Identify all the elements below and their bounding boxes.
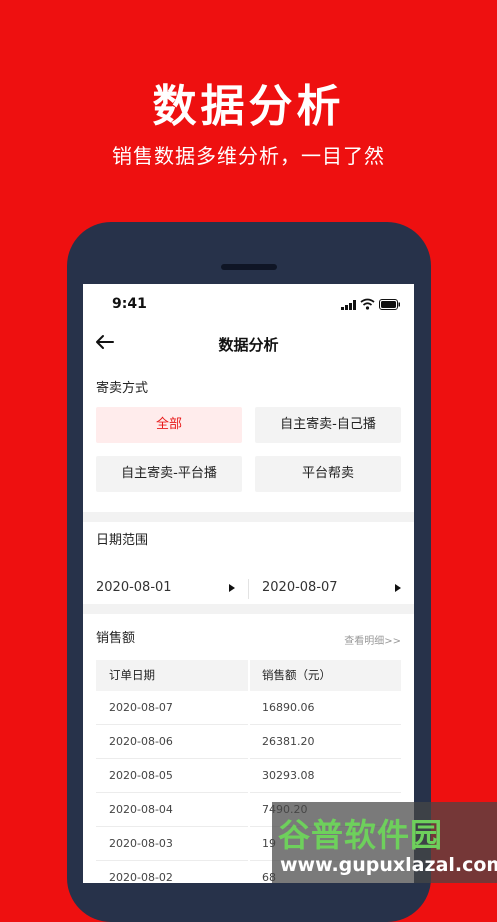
row-amount: 16890.06 [262,701,315,714]
view-details-link[interactable]: 查看明细>> [344,632,401,647]
consign-option-platform-stream[interactable]: 自主寄卖-平台播 [96,456,242,492]
row-amount: 26381.20 [262,735,315,748]
date-range-title: 日期范围 [96,533,149,548]
row-amount: 30293.08 [262,769,315,782]
row-date: 2020-08-05 [109,769,173,782]
row-date: 2020-08-06 [109,735,173,748]
column-sales-amount: 销售额（元） [262,668,331,682]
consign-option-platform-sell[interactable]: 平台帮卖 [255,456,401,492]
watermark-name: 谷普软件园 [278,816,444,854]
cellular-signal-icon [341,300,356,310]
start-date[interactable]: 2020-08-01 [96,580,172,595]
nav-bar: 数据分析 [83,324,414,364]
consign-option-self-stream[interactable]: 自主寄卖-自己播 [255,407,401,443]
phone-screen: 9:41 数据分析 寄卖方式 全部 自主寄卖-自己播 自主寄卖-平台播 平台帮卖 [83,284,414,883]
watermark: 谷普软件园 www.gupuxlazal.com [272,802,497,883]
start-date-dropdown-icon[interactable] [229,584,235,592]
hero-subtitle: 销售数据多维分析，一目了然 [112,144,385,168]
date-range-section: 日期范围 2020-08-01 2020-08-07 [83,522,414,604]
watermark-url: www.gupuxlazal.com [280,854,497,876]
consign-title: 寄卖方式 [96,381,149,396]
date-divider [248,579,249,599]
status-bar: 9:41 [83,284,414,324]
battery-icon [379,299,400,310]
wifi-icon [360,298,375,310]
status-time: 9:41 [112,296,147,312]
phone-speaker [221,264,277,270]
consign-section: 寄卖方式 全部 自主寄卖-自己播 自主寄卖-平台播 平台帮卖 [83,364,414,512]
nav-title: 数据分析 [218,336,279,354]
consign-option-all[interactable]: 全部 [96,407,242,443]
row-date: 2020-08-04 [109,803,173,816]
end-date-dropdown-icon[interactable] [395,584,401,592]
row-date: 2020-08-03 [109,837,173,850]
hero-title: 数据分析 [152,81,345,132]
column-divider [248,660,250,883]
end-date[interactable]: 2020-08-07 [262,580,338,595]
sales-title: 销售额 [96,631,136,646]
column-order-date: 订单日期 [109,668,155,682]
row-date: 2020-08-02 [109,871,173,883]
row-date: 2020-08-07 [109,701,173,714]
